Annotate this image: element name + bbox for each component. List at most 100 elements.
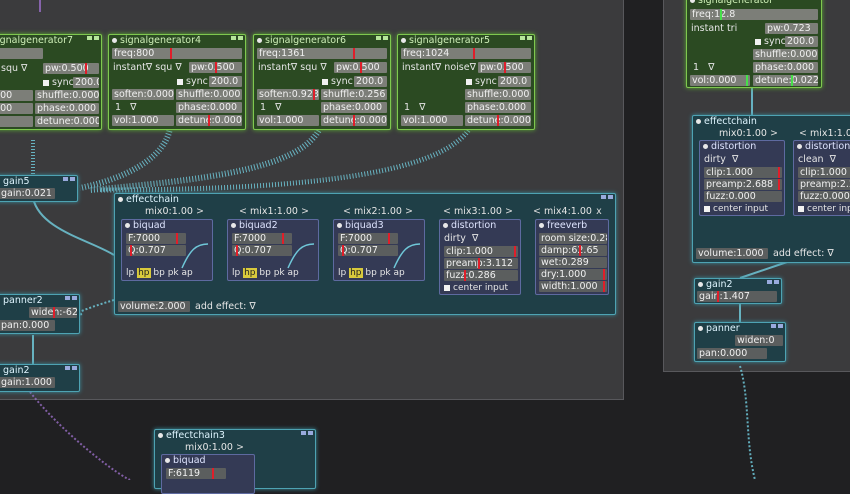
clip-field[interactable]: clip:1.000: [704, 167, 782, 178]
fuzz-field[interactable]: fuzz:0.000: [704, 191, 782, 202]
signalgenerator6-module[interactable]: signalgenerator6 freq:1361 instant∇ squ …: [253, 34, 391, 130]
sync-toggle[interactable]: sync: [755, 36, 786, 47]
phase-field[interactable]: phase:0.000: [753, 62, 818, 73]
window-buttons[interactable]: [520, 36, 532, 40]
vol-field[interactable]: vol:1.000: [112, 115, 174, 126]
step-select[interactable]: 1 ∇: [404, 102, 425, 113]
signalgenerator7-module[interactable]: signalgenerator7 0 squ ∇ pw:0.500 sync 2…: [0, 34, 102, 130]
move-left-button[interactable]: <: [443, 206, 451, 217]
mode-lp[interactable]: lp: [232, 268, 240, 278]
window-buttons[interactable]: [65, 366, 77, 370]
mode-hp[interactable]: hp: [137, 268, 151, 278]
sync-field[interactable]: 200.0: [785, 36, 818, 47]
detune-field[interactable]: detune:0.022: [753, 75, 818, 86]
panner2-module[interactable]: panner2 widen:-62 pan:0.000: [0, 294, 80, 334]
sync-toggle[interactable]: sync: [177, 76, 208, 87]
fuzz-field[interactable]: fuzz:0.286: [444, 270, 518, 281]
room-size-field[interactable]: room size:0.28: [539, 233, 607, 244]
window-buttons[interactable]: [87, 36, 99, 40]
window-buttons[interactable]: [63, 177, 75, 181]
shuffle-field[interactable]: shuffle:0.000: [35, 90, 99, 101]
volume-field[interactable]: volume:2.000: [118, 301, 190, 312]
pan-field[interactable]: pan:0.000: [697, 348, 767, 359]
freeverb-effect[interactable]: freeverb room size:0.28 damp:62.65 wet:0…: [535, 219, 609, 295]
center-input-toggle[interactable]: center input: [798, 204, 850, 215]
gain-field[interactable]: gain:1.407: [697, 291, 777, 302]
width-field[interactable]: width:1.000: [539, 281, 607, 292]
volume-field[interactable]: volume:1.000: [696, 248, 768, 259]
sync-toggle[interactable]: sync: [466, 76, 497, 87]
mode-bp[interactable]: bp: [365, 268, 376, 278]
move-right-button[interactable]: >: [505, 206, 513, 217]
pw-field[interactable]: pw:0.500: [189, 62, 242, 73]
window-buttons[interactable]: [376, 36, 388, 40]
mode-bp[interactable]: bp: [153, 268, 164, 278]
distortion-mode-select[interactable]: dirty ∇: [704, 154, 738, 165]
shuffle-field[interactable]: shuffle:0.000: [176, 89, 242, 100]
phase-field[interactable]: phase:0.000: [321, 102, 387, 113]
move-right-button[interactable]: >: [405, 206, 413, 217]
preamp-field[interactable]: preamp:2.688: [704, 179, 782, 190]
preamp-field[interactable]: preamp:3.112: [444, 258, 518, 269]
effectchain-module[interactable]: effectchain mix0:1.00 > < mix1:1.00 > < …: [114, 193, 616, 315]
clip-field[interactable]: clip:1.000: [444, 246, 518, 257]
wet-field[interactable]: wet:0.289: [539, 257, 607, 268]
dry-field[interactable]: dry:1.000: [539, 269, 607, 280]
biquad3-effect[interactable]: biquad3 F:7000 Q:0.707 lp hp bp pk ap: [333, 219, 425, 281]
mode-lp[interactable]: lp: [126, 268, 134, 278]
pw-field[interactable]: pw:0.723: [765, 23, 818, 34]
mix2-control[interactable]: < mix2:1.00 >: [343, 206, 413, 217]
window-buttons[interactable]: [301, 431, 313, 435]
move-right-button[interactable]: >: [770, 128, 778, 139]
vol-field[interactable]: vol:1.000: [257, 115, 319, 126]
mode-hp[interactable]: hp: [243, 268, 257, 278]
move-left-button[interactable]: <: [799, 128, 807, 139]
biquad2-effect[interactable]: biquad2 F:7000 Q:0.707 lp hp bp pk ap: [227, 219, 319, 281]
sync-toggle[interactable]: sync: [322, 76, 353, 87]
shuffle-field[interactable]: shuffle:0.000: [753, 49, 818, 60]
gain2-right-module[interactable]: gain2 gain:1.407: [694, 278, 782, 304]
detune-field[interactable]: detune:0.000: [465, 115, 531, 126]
mix0-control[interactable]: mix0:1.00 >: [185, 442, 244, 453]
gain-field[interactable]: gain:0.021: [0, 188, 55, 199]
level-field[interactable]: 0.000: [0, 90, 33, 101]
damp-field[interactable]: damp:62.65: [539, 245, 607, 256]
window-buttons[interactable]: [65, 296, 77, 300]
window-buttons[interactable]: [767, 280, 779, 284]
sync-toggle[interactable]: sync: [43, 77, 74, 88]
mode-select[interactable]: instant∇ squ ∇: [258, 62, 327, 73]
mix3-control[interactable]: < mix3:1.00 >: [443, 206, 513, 217]
freq-field[interactable]: 0: [0, 48, 43, 59]
pw-field[interactable]: pw:0.500: [43, 63, 99, 74]
freq-field[interactable]: freq:1024: [401, 48, 531, 59]
gain2-module[interactable]: gain2 gain:1.000: [0, 364, 80, 392]
move-left-button[interactable]: <: [533, 206, 541, 217]
pan-field[interactable]: pan:0.000: [0, 320, 55, 331]
mode-pk[interactable]: pk: [380, 268, 391, 278]
move-left-button[interactable]: <: [239, 206, 247, 217]
detune-field[interactable]: detune:0.000: [321, 115, 387, 126]
soften-field[interactable]: soften:0.000: [112, 89, 174, 100]
mix1-control[interactable]: < mix1:1.00 >: [239, 206, 309, 217]
mix0-control[interactable]: mix0:1.00 >: [719, 128, 778, 139]
sync-field[interactable]: 200.0: [354, 76, 387, 87]
signalgenerator4-module[interactable]: signalgenerator4 freq:800 instant∇ squ ∇…: [108, 34, 246, 130]
mode-select[interactable]: instant tri: [691, 23, 737, 34]
mode-select[interactable]: instant∇ squ ∇: [113, 62, 182, 73]
window-buttons[interactable]: [601, 195, 613, 199]
freq-field[interactable]: freq:800: [112, 48, 242, 59]
shuffle-field[interactable]: shuffle:0.256: [321, 89, 387, 100]
vol-field[interactable]: vol:1.000: [401, 115, 463, 126]
add-effect-select[interactable]: add effect: ∇: [195, 301, 256, 312]
add-effect-select[interactable]: add effect: ∇: [773, 248, 834, 259]
phase-field[interactable]: phase:0.000: [465, 102, 531, 113]
mix1-control[interactable]: < mix1:1.00: [799, 128, 850, 139]
window-buttons[interactable]: [771, 324, 783, 328]
move-left-button[interactable]: <: [343, 206, 351, 217]
distortion-mode-select[interactable]: clean ∇: [798, 154, 836, 165]
gain5-module[interactable]: gain5 gain:0.021: [0, 175, 78, 202]
mix0-control[interactable]: mix0:1.00 >: [145, 206, 204, 217]
q-field[interactable]: Q:0.707: [126, 245, 186, 256]
sync-field[interactable]: 200.0: [73, 77, 99, 88]
effectchain3-module[interactable]: effectchain3 mix0:1.00 > biquad F:6119: [154, 429, 316, 494]
